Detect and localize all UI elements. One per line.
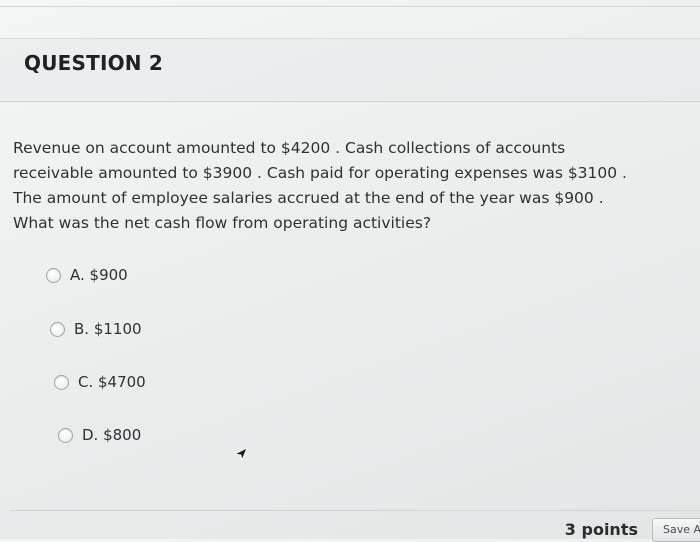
answer-label: B. $1100 [74,320,142,338]
radio-button[interactable] [54,374,69,390]
footer-divider [10,510,700,511]
radio-button[interactable] [58,427,73,443]
mouse-pointer-icon [234,447,248,462]
radio-button[interactable] [46,267,61,283]
radio-button[interactable] [50,321,65,337]
answer-label: C. $4700 [78,373,146,391]
answer-option-b[interactable]: B. $1100 [50,320,142,338]
answer-option-d[interactable]: D. $800 [58,426,141,444]
answer-option-a[interactable]: A. $900 [46,266,128,284]
answer-options: A. $900 B. $1100 C. $4700 D. $800 [0,0,700,539]
answer-label: A. $900 [70,266,128,284]
answer-label: D. $800 [82,426,142,444]
points-value: 3 points [564,520,638,539]
save-answer-button[interactable]: Save A [652,518,700,542]
answer-option-c[interactable]: C. $4700 [54,373,146,391]
